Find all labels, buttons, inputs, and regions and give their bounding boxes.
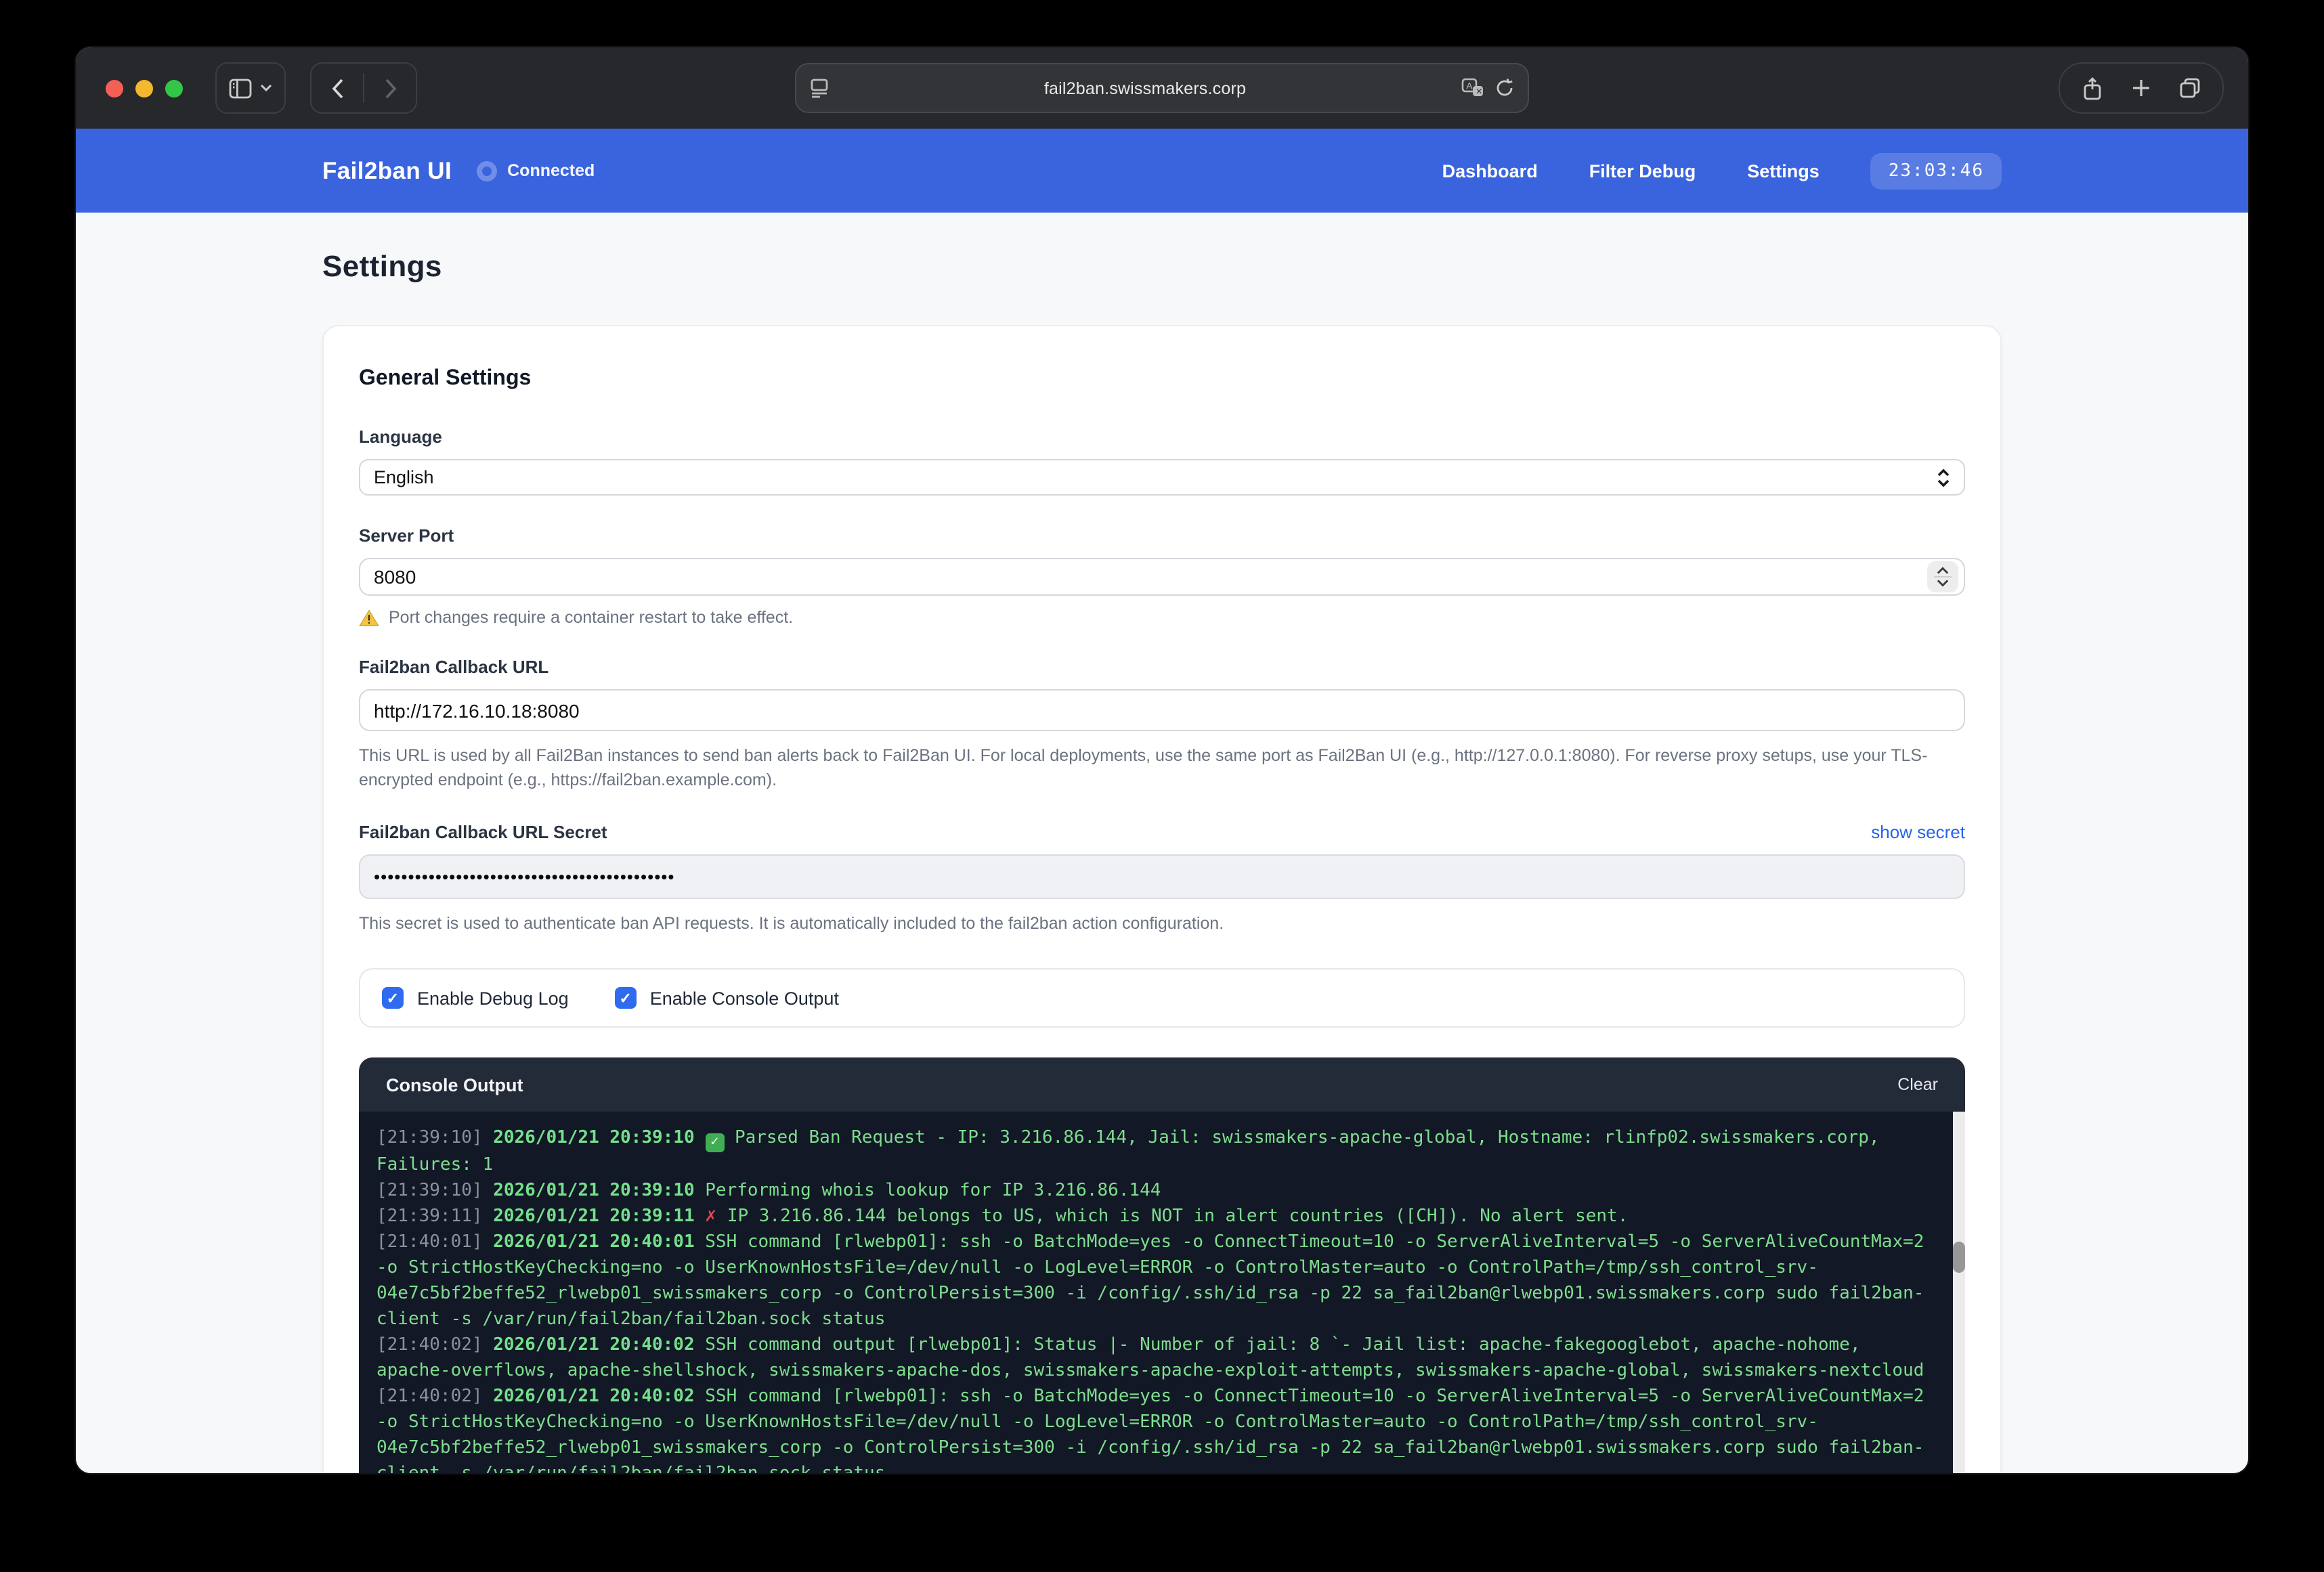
warning-icon — [359, 609, 379, 626]
translate-icon[interactable]: A ✕ — [1461, 78, 1484, 98]
debug-options-row: ✓ Enable Debug Log ✓ Enable Console Outp… — [359, 968, 1965, 1028]
console-log-line: [21:39:11] 2026/01/21 20:39:11 ✗ IP 3.21… — [376, 1203, 1930, 1229]
language-selected-value: English — [374, 467, 434, 487]
checkbox-checked-icon: ✓ — [382, 987, 404, 1009]
console-panel: Console Output Clear [21:39:10] 2026/01/… — [359, 1057, 1965, 1473]
number-stepper[interactable] — [1927, 561, 1958, 592]
enable-console-output-label: Enable Console Output — [650, 988, 839, 1008]
nav-filter-debug[interactable]: Filter Debug — [1589, 160, 1696, 181]
language-label: Language — [359, 427, 1965, 447]
svg-text:A: A — [1466, 80, 1473, 91]
console-scrollbar[interactable] — [1953, 1112, 1965, 1473]
port-warning: Port changes require a container restart… — [359, 608, 1965, 627]
general-settings-card: General Settings Language English — [322, 325, 2002, 1473]
connection-status: Connected — [476, 160, 595, 181]
back-button[interactable] — [311, 65, 363, 111]
svg-text:✕: ✕ — [1476, 87, 1482, 96]
sidebar-toggle-button[interactable] — [215, 62, 286, 114]
language-field: Language English — [359, 427, 1965, 496]
callback-secret-field: Fail2ban Callback URL Secret show secret… — [359, 822, 1965, 936]
tab-overview-button[interactable] — [2166, 66, 2214, 110]
app-brand: Fail2ban UI — [322, 156, 452, 185]
console-title: Console Output — [386, 1074, 523, 1095]
toolbar-actions — [2059, 62, 2224, 114]
browser-toolbar: fail2ban.swissmakers.corp A ✕ — [76, 47, 2248, 129]
console-terminal-wrap: [21:39:10] 2026/01/21 20:39:10 ✓ Parsed … — [359, 1112, 1965, 1473]
url-text: fail2ban.swissmakers.corp — [829, 79, 1461, 97]
enable-console-output-checkbox[interactable]: ✓ Enable Console Output — [615, 987, 839, 1009]
select-chevrons-icon — [1937, 468, 1950, 487]
share-button[interactable] — [2068, 66, 2117, 110]
nav-dashboard[interactable]: Dashboard — [1442, 160, 1538, 181]
chevron-down-icon — [260, 84, 272, 92]
zoom-window-button[interactable] — [165, 79, 183, 97]
console-log-line: [21:40:02] 2026/01/21 20:40:02 SSH comma… — [376, 1332, 1930, 1383]
callback-secret-input[interactable] — [359, 854, 1965, 899]
callback-secret-help: This secret is used to authenticate ban … — [359, 911, 1965, 936]
port-warning-text: Port changes require a container restart… — [389, 608, 793, 627]
console-log-line: [21:40:01] 2026/01/21 20:40:01 SSH comma… — [376, 1229, 1930, 1332]
checkbox-checked-icon: ✓ — [615, 987, 637, 1009]
reader-icon[interactable] — [810, 78, 829, 98]
console-log-line: [21:39:10] 2026/01/21 20:39:10 ✓ Parsed … — [376, 1125, 1930, 1177]
main-nav: Dashboard Filter Debug Settings 23:03:46 — [1442, 152, 2002, 189]
status-ring-icon — [476, 160, 496, 181]
console-scrollbar-thumb[interactable] — [1953, 1242, 1965, 1273]
callback-secret-label: Fail2ban Callback URL Secret — [359, 822, 607, 842]
history-nav — [310, 62, 417, 114]
console-log-line: [21:39:10] 2026/01/21 20:39:10 Performin… — [376, 1177, 1930, 1203]
server-port-label: Server Port — [359, 525, 1965, 546]
new-tab-button[interactable] — [2117, 66, 2166, 110]
nav-settings[interactable]: Settings — [1747, 160, 1820, 181]
server-port-input[interactable] — [359, 558, 1965, 596]
cross-icon: ✗ — [705, 1204, 716, 1226]
callback-url-help: This URL is used by all Fail2Ban instanc… — [359, 743, 1965, 792]
callback-url-field: Fail2ban Callback URL This URL is used b… — [359, 657, 1965, 792]
traffic-lights — [106, 79, 183, 97]
callback-url-label: Fail2ban Callback URL — [359, 657, 1965, 677]
forward-button[interactable] — [364, 65, 416, 111]
enable-debug-log-label: Enable Debug Log — [417, 988, 569, 1008]
app-header: Fail2ban UI Connected Dashboard Filter D… — [76, 129, 2248, 213]
enable-debug-log-checkbox[interactable]: ✓ Enable Debug Log — [382, 987, 569, 1009]
card-heading: General Settings — [359, 367, 1965, 391]
settings-page: Settings General Settings Language Engli… — [76, 213, 2248, 1473]
console-header: Console Output Clear — [359, 1057, 1965, 1112]
address-bar[interactable]: fail2ban.swissmakers.corp A ✕ — [795, 63, 1529, 113]
language-select[interactable]: English — [359, 459, 1965, 496]
sidebar-icon — [229, 78, 252, 98]
browser-window: fail2ban.swissmakers.corp A ✕ — [76, 47, 2248, 1473]
server-port-field: Server Port — [359, 525, 1965, 627]
header-clock: 23:03:46 — [1871, 152, 2002, 189]
close-window-button[interactable] — [106, 79, 123, 97]
show-secret-link[interactable]: show secret — [1871, 822, 1965, 842]
reload-icon[interactable] — [1495, 78, 1514, 98]
callback-url-input[interactable] — [359, 689, 1965, 731]
console-clear-button[interactable]: Clear — [1897, 1075, 1938, 1094]
screenshot-stage: fail2ban.swissmakers.corp A ✕ — [0, 0, 2324, 1572]
console-log-line: [21:40:02] 2026/01/21 20:40:02 SSH comma… — [376, 1383, 1930, 1473]
console-terminal: [21:39:10] 2026/01/21 20:39:10 ✓ Parsed … — [359, 1112, 1965, 1473]
page-title: Settings — [322, 249, 2002, 284]
minimize-window-button[interactable] — [135, 79, 153, 97]
check-icon: ✓ — [705, 1133, 724, 1152]
